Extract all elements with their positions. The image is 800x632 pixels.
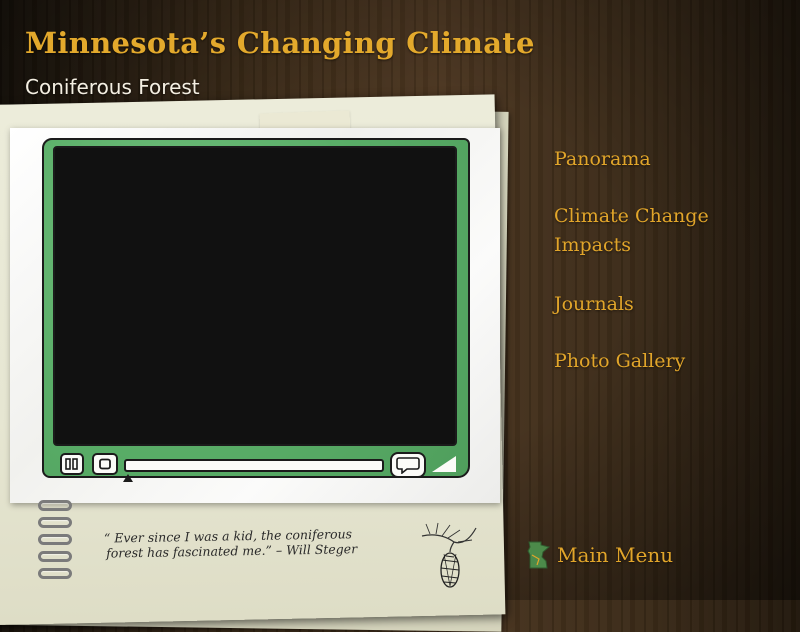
spiral-ring [38,500,72,511]
stop-button[interactable] [92,453,118,475]
spiral-ring [38,517,72,528]
page-title: Minnesota’s Changing Climate [25,26,535,60]
play-pause-button[interactable] [60,453,84,475]
spiral-ring [38,568,72,579]
nav-item-label: Journals [554,293,634,315]
minnesota-map-icon [527,541,551,569]
pinecone-sketch-icon [421,522,477,588]
video-scrubber-handle[interactable] [123,474,133,482]
video-screen[interactable] [53,146,457,446]
volume-icon[interactable] [432,456,456,472]
nav-item-label: Panorama [554,148,651,170]
play-pause-icon [65,458,78,470]
nav-item-panorama[interactable]: Panorama [554,145,784,174]
spiral-ring [38,551,72,562]
main-menu-label: Main Menu [557,543,674,567]
will-steger-quote: “ Ever since I was a kid, the coniferous… [104,525,404,560]
nav-item-photo-gallery[interactable]: Photo Gallery [554,347,784,376]
section-nav: Panorama Climate Change Impacts Journals… [554,145,784,376]
nav-item-label: Impacts [554,234,632,256]
stop-icon [99,458,111,470]
captions-button[interactable] [390,452,426,478]
spiral-ring [38,534,72,545]
nav-item-label: Photo Gallery [554,350,686,372]
page-subtitle: Coniferous Forest [25,75,200,99]
nav-item-journals[interactable]: Journals [554,290,784,319]
main-menu-button[interactable]: Main Menu [527,541,673,569]
caption-icon [396,457,420,474]
nav-item-climate-change-impacts[interactable]: Climate Change Impacts [554,202,784,260]
nav-item-label: Climate Change [554,205,709,227]
video-progress-bar[interactable] [124,459,384,472]
notebook-spiral [38,500,72,585]
